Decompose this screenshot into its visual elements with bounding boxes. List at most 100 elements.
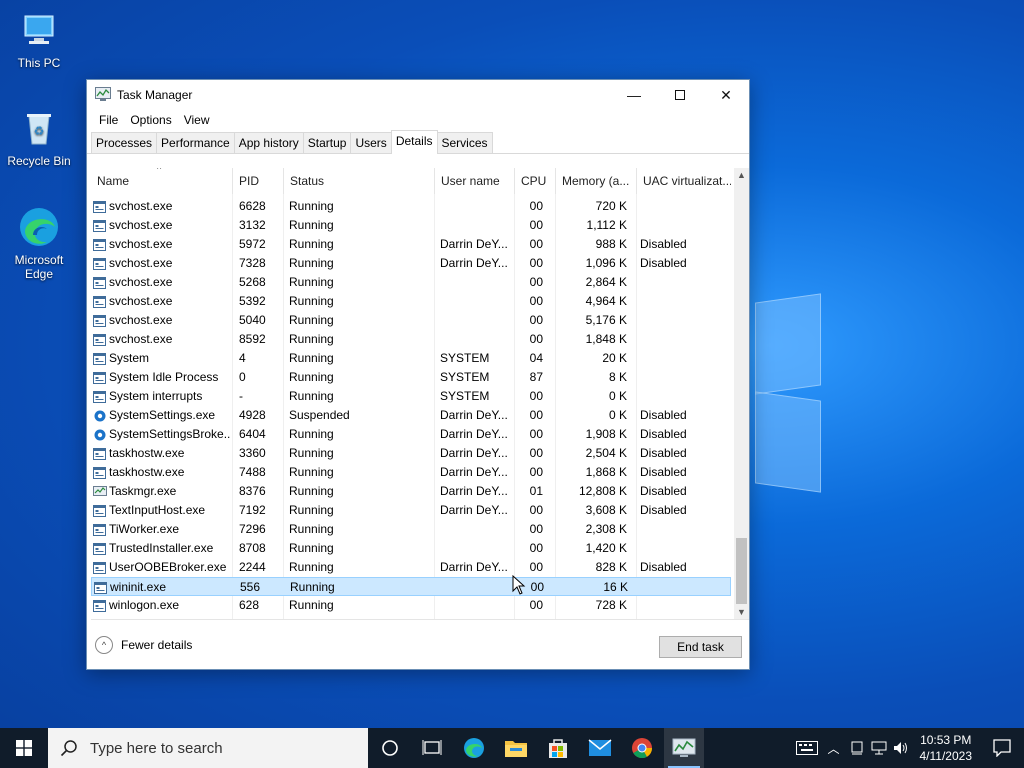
process-status: Running xyxy=(289,275,334,289)
taskbar-task-manager[interactable] xyxy=(664,728,704,768)
tray-network[interactable] xyxy=(868,728,890,768)
table-row[interactable]: svchost.exe 5392 Running 00 4,964 K xyxy=(91,292,731,311)
menu-options[interactable]: Options xyxy=(124,113,177,127)
table-row[interactable]: Taskmgr.exe 8376 Running Darrin DeY... 01 12,… xyxy=(91,482,731,501)
gear-icon xyxy=(93,409,106,422)
table-row[interactable]: svchost.exe 3132 Running 00 1,112 K xyxy=(91,216,731,235)
table-row[interactable]: System 4 Running SYSTEM 04 20 K xyxy=(91,349,731,368)
title-bar[interactable]: Task Manager — ✕ xyxy=(87,80,749,110)
table-row[interactable]: System Idle Process 0 Running SYSTEM 87 8 K xyxy=(91,368,731,387)
tab-users[interactable]: Users xyxy=(350,132,392,153)
process-status: Running xyxy=(289,522,334,536)
process-status: Running xyxy=(289,237,334,251)
desktop-icon-recycle-bin[interactable]: ♻ Recycle Bin xyxy=(2,106,76,168)
tray-show-hidden[interactable]: ︿ xyxy=(822,728,846,768)
process-pid: 5268 xyxy=(239,275,266,289)
table-row[interactable]: winlogon.exe 628 Running 00 728 K xyxy=(91,596,731,615)
process-pid: 3360 xyxy=(239,446,266,460)
table-row[interactable]: UserOOBEBroker.exe 2244 Running Darrin DeY.… xyxy=(91,558,731,577)
process-user: Darrin DeY... xyxy=(440,408,508,422)
process-name: wininit.exe xyxy=(110,580,167,594)
column-header-pid[interactable]: PID xyxy=(233,168,284,194)
vertical-scrollbar[interactable]: ▲ ▼ xyxy=(734,168,749,619)
table-row[interactable]: svchost.exe 6628 Running 00 720 K xyxy=(91,197,731,216)
table-row[interactable]: taskhostw.exe 3360 Running Darrin DeY... 00 2… xyxy=(91,444,731,463)
column-header-memory[interactable]: Memory (a... xyxy=(556,168,637,194)
scroll-up-icon[interactable]: ▲ xyxy=(734,168,749,183)
column-header-name[interactable]: Name xyxy=(91,168,233,194)
mail-icon xyxy=(588,739,612,756)
fewer-details-button[interactable]: ^ Fewer details xyxy=(95,636,192,654)
close-button[interactable]: ✕ xyxy=(703,80,749,110)
process-status: Running xyxy=(289,332,334,346)
tab-performance[interactable]: Performance xyxy=(156,132,235,153)
tab-processes[interactable]: Processes xyxy=(91,132,158,153)
taskbar: Type here to search ︿ 10:53 PM 4/11/2023 xyxy=(0,728,1024,768)
taskbar-chrome[interactable] xyxy=(622,728,662,768)
action-center-button[interactable] xyxy=(980,728,1024,768)
process-status: Running xyxy=(289,256,334,270)
process-memory: 2,308 K xyxy=(585,522,627,536)
column-header-cpu[interactable]: CPU xyxy=(515,168,556,194)
process-status: Running xyxy=(289,313,334,327)
taskbar-file-explorer[interactable] xyxy=(496,728,536,768)
chevron-up-icon: ︿ xyxy=(827,741,840,756)
system-tray: ︿ 10:53 PM 4/11/2023 xyxy=(792,728,1024,768)
table-row[interactable]: TiWorker.exe 7296 Running 00 2,308 K xyxy=(91,520,731,539)
table-row[interactable]: svchost.exe 7328 Running Darrin DeY... 00 1,0… xyxy=(91,254,731,273)
tab-services[interactable]: Services xyxy=(436,132,493,153)
table-row[interactable]: taskhostw.exe 7488 Running Darrin DeY... 00 1… xyxy=(91,463,731,482)
scroll-down-icon[interactable]: ▼ xyxy=(734,605,749,619)
table-row[interactable]: TextInputHost.exe 7192 Running Darrin DeY..… xyxy=(91,501,731,520)
process-name: System interrupts xyxy=(109,389,203,403)
table-row[interactable]: svchost.exe 5972 Running Darrin DeY... 00 988… xyxy=(91,235,731,254)
taskbar-store[interactable] xyxy=(538,728,578,768)
process-pid: 7488 xyxy=(239,465,266,479)
table-row[interactable]: SystemSettingsBroke... 6404 Running Darrin … xyxy=(91,425,731,444)
menu-view[interactable]: View xyxy=(178,113,216,127)
process-cpu: 00 xyxy=(529,237,543,251)
table-row[interactable]: svchost.exe 8592 Running 00 1,848 K xyxy=(91,330,731,349)
tray-keyboard[interactable] xyxy=(792,728,822,768)
column-header-uac[interactable]: UAC virtualizat... xyxy=(637,168,731,194)
task-view-button[interactable] xyxy=(412,728,452,768)
taskbar-clock[interactable]: 10:53 PM 4/11/2023 xyxy=(912,732,981,764)
desktop-icon-this-pc[interactable]: This PC xyxy=(2,8,76,70)
service-icon xyxy=(93,295,106,308)
tab-app-history[interactable]: App history xyxy=(233,132,304,153)
tray-device[interactable] xyxy=(846,728,868,768)
cortana-button[interactable] xyxy=(370,728,410,768)
maximize-button[interactable] xyxy=(657,80,703,110)
table-row[interactable]: svchost.exe 5040 Running 00 5,176 K xyxy=(91,311,731,330)
process-memory: 988 K xyxy=(595,237,627,251)
start-button[interactable] xyxy=(0,728,48,768)
table-row-selected[interactable]: wininit.exe 556 Running 00 16 K xyxy=(91,577,731,596)
minimize-button[interactable]: — xyxy=(611,80,657,110)
service-icon xyxy=(93,200,106,213)
table-row[interactable]: SystemSettings.exe 4928 Suspended Darrin De… xyxy=(91,406,731,425)
table-row[interactable]: svchost.exe 5268 Running 00 2,864 K xyxy=(91,273,731,292)
scroll-thumb[interactable] xyxy=(736,538,747,604)
process-pid: 5972 xyxy=(239,237,266,251)
tray-volume[interactable] xyxy=(890,728,912,768)
desktop-icon-edge[interactable]: Microsoft Edge xyxy=(2,205,76,281)
end-task-button[interactable]: End task xyxy=(659,636,742,658)
task-manager-window: Task Manager — ✕ File Options View Proce… xyxy=(86,79,750,670)
column-header-user-name[interactable]: User name xyxy=(435,168,515,194)
process-cpu: 00 xyxy=(529,294,543,308)
taskbar-edge[interactable] xyxy=(454,728,494,768)
process-memory: 20 K xyxy=(602,351,627,365)
tab-startup[interactable]: Startup xyxy=(302,132,352,153)
column-header-status[interactable]: Status xyxy=(284,168,435,194)
table-row[interactable]: TrustedInstaller.exe 8708 Running 00 1,420 K xyxy=(91,539,731,558)
menu-file[interactable]: File xyxy=(93,113,124,127)
taskbar-search-box[interactable]: Type here to search xyxy=(48,728,368,768)
taskbar-mail[interactable] xyxy=(580,728,620,768)
process-name: svchost.exe xyxy=(109,237,173,251)
process-status: Running xyxy=(289,465,334,479)
process-uac: Disabled xyxy=(640,446,687,460)
table-row[interactable]: System interrupts - Running SYSTEM 00 0 K xyxy=(91,387,731,406)
process-name: UserOOBEBroker.exe xyxy=(109,560,227,574)
process-cpu: 00 xyxy=(529,332,543,346)
tab-details[interactable]: Details xyxy=(390,130,438,154)
